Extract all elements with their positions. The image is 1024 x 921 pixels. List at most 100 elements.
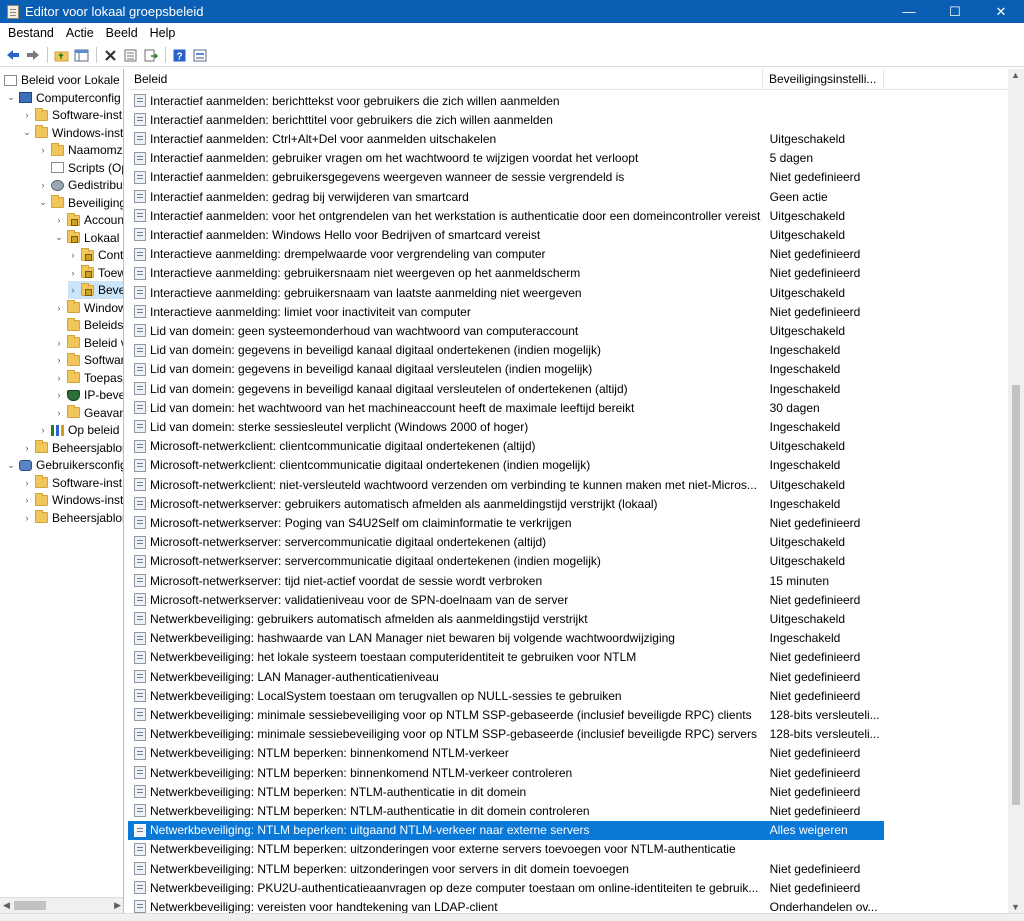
policy-row[interactable]: Lid van domein: gegevens in beveiligd ka… bbox=[128, 360, 884, 379]
policy-row[interactable]: Netwerkbeveiliging: NTLM beperken: NTLM-… bbox=[128, 801, 884, 820]
expand-chevron-icon[interactable]: › bbox=[54, 338, 64, 348]
back-arrow-icon[interactable] bbox=[3, 46, 22, 65]
scroll-right-arrow-icon[interactable]: ▶ bbox=[114, 900, 121, 911]
tree-item[interactable]: ⌄ Lokaal b bbox=[54, 229, 123, 247]
policy-row[interactable]: Microsoft-netwerkserver: tijd niet-actie… bbox=[128, 571, 884, 590]
policy-row[interactable]: Interactief aanmelden: gedrag bij verwij… bbox=[128, 187, 884, 206]
help-icon[interactable]: ? bbox=[170, 46, 189, 65]
policy-row[interactable]: Interactieve aanmelding: gebruikersnaam … bbox=[128, 283, 884, 302]
minimize-button[interactable]: — bbox=[886, 0, 932, 23]
collapse-chevron-icon[interactable]: ⌄ bbox=[54, 232, 64, 243]
menu-actie[interactable]: Actie bbox=[60, 23, 100, 44]
policy-row[interactable]: Interactief aanmelden: Windows Hello voo… bbox=[128, 225, 884, 244]
tree-item[interactable]: Beleidsn bbox=[54, 316, 123, 334]
policy-row[interactable]: Netwerkbeveiliging: minimale sessiebevei… bbox=[128, 705, 884, 724]
tree-item[interactable]: › Beve bbox=[68, 281, 123, 299]
forward-arrow-icon[interactable] bbox=[23, 46, 42, 65]
policy-row[interactable]: Microsoft-netwerkserver: gebruikers auto… bbox=[128, 494, 884, 513]
list-vertical-scrollbar[interactable]: ▲ ▼ bbox=[1008, 69, 1024, 913]
policy-row[interactable]: Netwerkbeveiliging: NTLM beperken: binne… bbox=[128, 744, 884, 763]
menu-help[interactable]: Help bbox=[144, 23, 182, 44]
expand-chevron-icon[interactable]: › bbox=[38, 145, 48, 155]
tree-item[interactable]: › Op beleid bbox=[38, 421, 120, 439]
tree-item[interactable]: › Beleid v bbox=[54, 334, 123, 352]
expand-chevron-icon[interactable]: › bbox=[22, 110, 32, 120]
policy-row[interactable]: Netwerkbeveiliging: NTLM beperken: uitga… bbox=[128, 820, 884, 840]
expand-chevron-icon[interactable]: › bbox=[38, 425, 48, 435]
collapse-chevron-icon[interactable]: ⌄ bbox=[22, 127, 32, 138]
export-icon[interactable] bbox=[141, 46, 160, 65]
menu-bestand[interactable]: Bestand bbox=[2, 23, 60, 44]
policy-row[interactable]: Netwerkbeveiliging: gebruikers automatis… bbox=[128, 609, 884, 628]
tree-horizontal-scrollbar[interactable]: ◀ ▶ bbox=[0, 897, 123, 913]
tree-item[interactable]: › Window bbox=[54, 299, 123, 317]
policy-row[interactable]: Netwerkbeveiliging: NTLM beperken: NTLM-… bbox=[128, 782, 884, 801]
expand-chevron-icon[interactable]: › bbox=[68, 268, 78, 278]
expand-chevron-icon[interactable]: › bbox=[68, 250, 78, 260]
show-tree-icon[interactable] bbox=[72, 46, 91, 65]
tree-item[interactable]: Scripts (Op bbox=[38, 159, 123, 177]
policy-row[interactable]: Interactief aanmelden: Ctrl+Alt+Del voor… bbox=[128, 129, 884, 148]
policy-row[interactable]: Lid van domein: gegevens in beveiligd ka… bbox=[128, 379, 884, 398]
tree-item[interactable]: › Software-inst bbox=[22, 106, 122, 124]
policy-row[interactable]: Lid van domein: gegevens in beveiligd ka… bbox=[128, 341, 884, 360]
policy-row[interactable]: Microsoft-netwerkclient: clientcommunica… bbox=[128, 456, 884, 475]
scroll-left-arrow-icon[interactable]: ◀ bbox=[3, 900, 10, 911]
tree-item[interactable]: ⌄ Gebruikersconfig bbox=[6, 456, 123, 474]
policy-row[interactable]: Interactief aanmelden: berichttekst voor… bbox=[128, 91, 884, 110]
maximize-button[interactable]: ☐ bbox=[932, 0, 978, 23]
properties-icon[interactable] bbox=[121, 46, 140, 65]
close-button[interactable]: ✕ bbox=[978, 0, 1024, 23]
tree-item[interactable]: › IP-bevei bbox=[54, 386, 124, 404]
expand-chevron-icon[interactable]: › bbox=[54, 408, 64, 418]
tree-item[interactable]: ⌄ Beveiliging bbox=[38, 194, 123, 212]
expand-chevron-icon[interactable]: › bbox=[68, 285, 78, 295]
tree-item[interactable]: › Softwar bbox=[54, 351, 123, 369]
tree-item[interactable]: › Gedistribue bbox=[38, 176, 124, 194]
tree-item[interactable]: › Toepass bbox=[54, 369, 123, 387]
policy-row[interactable]: Interactief aanmelden: voor het ontgrend… bbox=[128, 206, 884, 225]
tree-item[interactable]: ⌄ Computerconfig bbox=[6, 89, 121, 107]
policy-row[interactable]: Netwerkbeveiliging: het lokale systeem t… bbox=[128, 648, 884, 667]
policy-row[interactable]: Interactieve aanmelding: limiet voor ina… bbox=[128, 302, 884, 321]
expand-chevron-icon[interactable]: › bbox=[54, 303, 64, 313]
tree-item[interactable]: › Contr bbox=[68, 246, 123, 264]
policy-row[interactable]: Interactieve aanmelding: gebruikersnaam … bbox=[128, 264, 884, 283]
policy-row[interactable]: Microsoft-netwerkserver: validatieniveau… bbox=[128, 590, 884, 609]
policy-row[interactable]: Microsoft-netwerkserver: Poging van S4U2… bbox=[128, 513, 884, 532]
collapse-chevron-icon[interactable]: ⌄ bbox=[38, 197, 48, 208]
column-header-setting[interactable]: Beveiligingsinstelli... bbox=[763, 69, 884, 90]
tree-item[interactable]: ⌄ Windows-inst bbox=[22, 124, 123, 142]
scrollbar-thumb[interactable] bbox=[14, 901, 46, 910]
policy-row[interactable]: Netwerkbeveiliging: NTLM beperken: binne… bbox=[128, 763, 884, 782]
tree-item[interactable]: › Account bbox=[54, 211, 123, 229]
delete-icon[interactable] bbox=[101, 46, 120, 65]
tree-item[interactable]: › Windows-inst bbox=[22, 491, 123, 509]
policy-row[interactable]: Microsoft-netwerkserver: servercommunica… bbox=[128, 533, 884, 552]
policy-row[interactable]: Netwerkbeveiliging: NTLM beperken: uitzo… bbox=[128, 840, 884, 859]
menu-beeld[interactable]: Beeld bbox=[100, 23, 144, 44]
tree-item[interactable]: Beleid voor Lokale bbox=[4, 71, 120, 89]
tree-item[interactable]: › Toew bbox=[68, 264, 123, 282]
policy-row[interactable]: Microsoft-netwerkserver: servercommunica… bbox=[128, 552, 884, 571]
view-icon[interactable] bbox=[190, 46, 209, 65]
policy-row[interactable]: Lid van domein: sterke sessiesleutel ver… bbox=[128, 417, 884, 436]
policy-row[interactable]: Interactief aanmelden: gebruikersgegeven… bbox=[128, 168, 884, 187]
policy-row[interactable]: Interactieve aanmelding: drempelwaarde v… bbox=[128, 245, 884, 264]
policy-row[interactable]: Lid van domein: geen systeemonderhoud va… bbox=[128, 321, 884, 340]
policy-row[interactable]: Interactief aanmelden: gebruiker vragen … bbox=[128, 149, 884, 168]
policy-row[interactable]: Microsoft-netwerkclient: niet-versleutel… bbox=[128, 475, 884, 494]
expand-chevron-icon[interactable]: › bbox=[54, 355, 64, 365]
tree-item[interactable]: › Beheersjablor bbox=[22, 439, 123, 457]
up-folder-icon[interactable] bbox=[52, 46, 71, 65]
policy-row[interactable]: Interactief aanmelden: berichttitel voor… bbox=[128, 110, 884, 129]
tree-item[interactable]: › Geavand bbox=[54, 404, 123, 422]
expand-chevron-icon[interactable]: › bbox=[38, 180, 48, 190]
collapse-chevron-icon[interactable]: ⌄ bbox=[6, 460, 16, 471]
expand-chevron-icon[interactable]: › bbox=[54, 215, 64, 225]
policy-row[interactable]: Lid van domein: het wachtwoord van het m… bbox=[128, 398, 884, 417]
policy-row[interactable]: Netwerkbeveiliging: LAN Manager-authenti… bbox=[128, 667, 884, 686]
tree-item[interactable]: › Naamomz bbox=[38, 141, 123, 159]
scroll-down-arrow-icon[interactable]: ▼ bbox=[1011, 902, 1020, 912]
collapse-chevron-icon[interactable]: ⌄ bbox=[6, 92, 16, 103]
